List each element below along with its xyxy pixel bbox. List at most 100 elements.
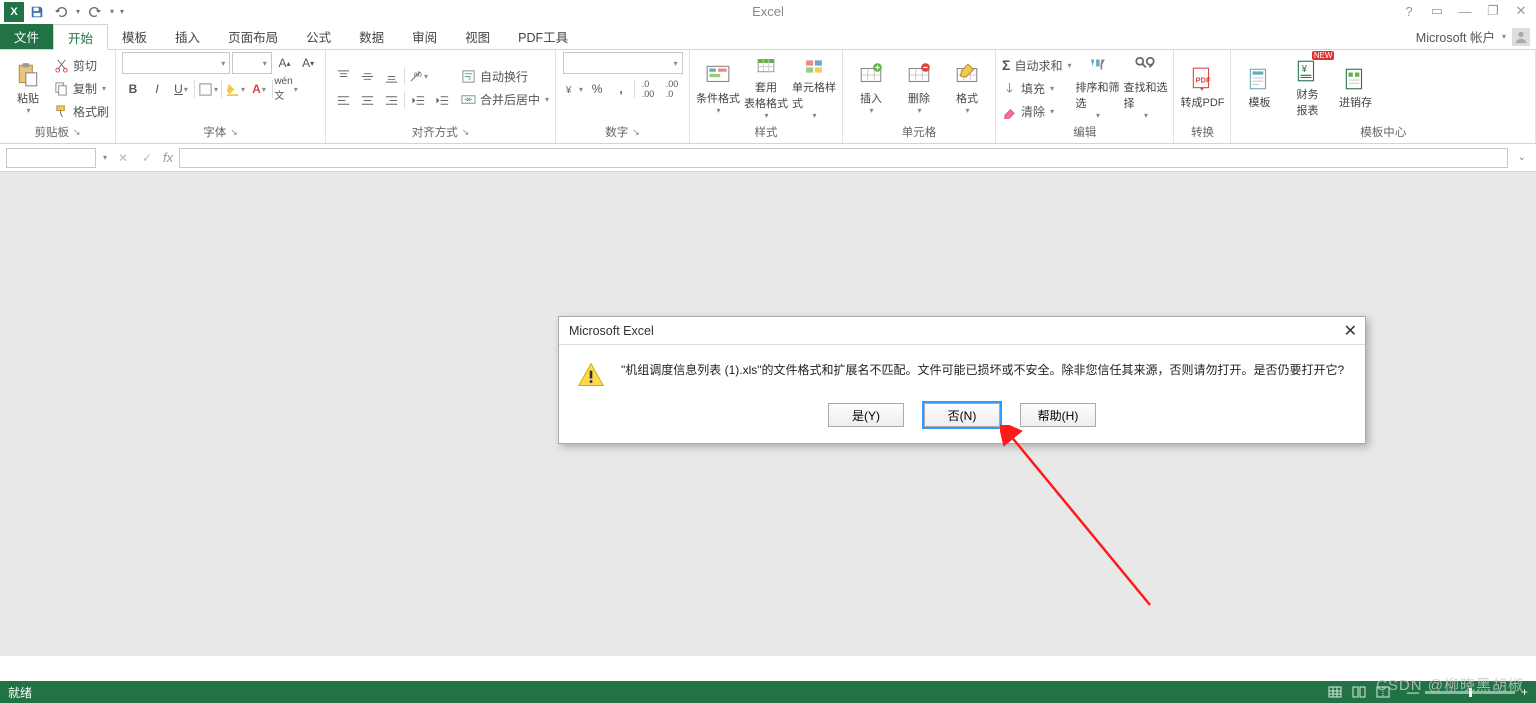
font-size-combo[interactable]: ▾	[232, 52, 271, 74]
page-break-view-icon[interactable]	[1373, 684, 1393, 700]
tab-template[interactable]: 模板	[108, 24, 161, 49]
tab-view[interactable]: 视图	[451, 24, 504, 49]
close-icon[interactable]: ✕	[1510, 2, 1532, 20]
align-center-icon[interactable]	[356, 89, 378, 111]
clipboard-launcher-icon[interactable]: ↘	[73, 127, 81, 138]
font-name-combo[interactable]: ▾	[122, 52, 230, 74]
increase-indent-icon[interactable]	[431, 89, 453, 111]
dialog-close-icon[interactable]: ✕	[1344, 321, 1357, 341]
help-icon[interactable]: ?	[1398, 2, 1420, 20]
sort-filter-button[interactable]: 排序和筛选▾	[1075, 56, 1119, 120]
template-button[interactable]: 模板	[1237, 56, 1281, 120]
font-color-icon[interactable]: A▾	[248, 78, 270, 100]
enter-formula-icon[interactable]: ✓	[137, 151, 157, 165]
name-box-dropdown-icon[interactable]: ▾	[103, 153, 107, 162]
orientation-icon[interactable]: ab▾	[407, 65, 429, 87]
avatar[interactable]	[1512, 28, 1530, 46]
tab-insert[interactable]: 插入	[161, 24, 214, 49]
delete-cell-button[interactable]: 删除▾	[897, 56, 941, 120]
find-select-button[interactable]: 查找和选择▾	[1123, 56, 1167, 120]
decrease-decimal-icon[interactable]: .00.0	[661, 78, 683, 100]
excel-app-icon[interactable]: X	[4, 2, 24, 22]
zoom-out-icon[interactable]: —	[1407, 685, 1419, 699]
zoom-in-icon[interactable]: +	[1521, 685, 1528, 699]
tab-data[interactable]: 数据	[345, 24, 398, 49]
window-title: Excel	[0, 4, 1536, 19]
no-button[interactable]: 否(N)	[924, 403, 1000, 427]
copy-button[interactable]: 复制▾	[54, 78, 109, 99]
redo-icon[interactable]	[84, 1, 106, 23]
redo-dropdown-icon[interactable]: ▾	[108, 1, 116, 23]
tab-home[interactable]: 开始	[53, 24, 108, 50]
fill-button[interactable]: 填充▾	[1002, 78, 1071, 99]
delete-label: 删除	[908, 90, 930, 106]
number-launcher-icon[interactable]: ↘	[632, 127, 640, 138]
tab-review[interactable]: 审阅	[398, 24, 451, 49]
restore-icon[interactable]: ❐	[1482, 2, 1504, 20]
clear-button[interactable]: 清除▾	[1002, 101, 1071, 122]
name-box[interactable]	[6, 148, 96, 168]
phonetic-icon[interactable]: wén文▾	[275, 78, 297, 100]
fill-color-icon[interactable]: ▾	[224, 78, 246, 100]
zoom-slider[interactable]	[1425, 691, 1515, 694]
decrease-indent-icon[interactable]	[407, 89, 429, 111]
title-bar: X ▾ ▾ ▾ Excel ? ▭ — ❐ ✕	[0, 0, 1536, 24]
window-controls: ? ▭ — ❐ ✕	[1398, 2, 1532, 20]
stock-button[interactable]: 进销存	[1333, 56, 1377, 120]
align-top-icon[interactable]	[332, 65, 354, 87]
format-cell-button[interactable]: 格式▾	[945, 56, 989, 120]
account-area[interactable]: Microsoft 帐户 ▾	[1416, 24, 1536, 49]
align-left-icon[interactable]	[332, 89, 354, 111]
number-format-combo[interactable]: ▾	[563, 52, 683, 74]
increase-decimal-icon[interactable]: .0.00	[637, 78, 659, 100]
bold-icon[interactable]: B	[122, 78, 144, 100]
clear-label: 清除	[1021, 103, 1045, 120]
percent-icon[interactable]: %	[586, 78, 608, 100]
insert-cell-button[interactable]: 插入▾	[849, 56, 893, 120]
finance-report-button[interactable]: NEW ¥ 财务 报表	[1285, 56, 1329, 120]
expand-formula-bar-icon[interactable]: ⌄	[1514, 152, 1530, 163]
merge-center-button[interactable]: 合并后居中▾	[461, 89, 549, 110]
accounting-format-icon[interactable]: ¥▾	[562, 78, 584, 100]
insert-label: 插入	[860, 90, 882, 106]
underline-icon[interactable]: U▾	[170, 78, 192, 100]
cancel-formula-icon[interactable]: ✕	[113, 151, 133, 165]
undo-icon[interactable]	[50, 1, 72, 23]
conditional-format-button[interactable]: 条件格式▾	[696, 56, 740, 120]
align-bottom-icon[interactable]	[380, 65, 402, 87]
yes-button[interactable]: 是(Y)	[828, 403, 904, 427]
cell-styles-button[interactable]: 单元格样式▾	[792, 56, 836, 120]
wrap-text-button[interactable]: 自动换行	[461, 66, 549, 87]
paste-button[interactable]: 粘贴 ▾	[6, 56, 50, 120]
tab-pdf-tools[interactable]: PDF工具	[504, 24, 582, 49]
undo-dropdown-icon[interactable]: ▾	[74, 1, 82, 23]
decrease-font-icon[interactable]: A▾	[297, 52, 319, 74]
save-icon[interactable]	[26, 1, 48, 23]
to-pdf-button[interactable]: PDF转成PDF	[1180, 56, 1224, 120]
font-launcher-icon[interactable]: ↘	[230, 127, 238, 138]
formula-input[interactable]	[179, 148, 1507, 168]
ribbon-display-icon[interactable]: ▭	[1426, 2, 1448, 20]
normal-view-icon[interactable]	[1325, 684, 1345, 700]
alignment-launcher-icon[interactable]: ↘	[462, 127, 470, 138]
cut-button[interactable]: 剪切	[54, 55, 109, 76]
border-icon[interactable]: ▾	[197, 78, 219, 100]
format-painter-button[interactable]: 格式刷	[54, 101, 109, 122]
fx-icon[interactable]: fx	[163, 150, 173, 165]
dialog-titlebar[interactable]: Microsoft Excel ✕	[559, 317, 1365, 345]
help-button[interactable]: 帮助(H)	[1020, 403, 1096, 427]
group-cells: 插入▾ 删除▾ 格式▾ 单元格	[843, 50, 996, 143]
tab-formulas[interactable]: 公式	[292, 24, 345, 49]
qat-customize-icon[interactable]: ▾	[118, 1, 126, 23]
page-layout-view-icon[interactable]	[1349, 684, 1369, 700]
minimize-icon[interactable]: —	[1454, 2, 1476, 20]
increase-font-icon[interactable]: A▴	[274, 52, 296, 74]
align-middle-icon[interactable]	[356, 65, 378, 87]
autosum-button[interactable]: Σ自动求和▾	[1002, 55, 1071, 76]
format-as-table-button[interactable]: 套用 表格格式▾	[744, 56, 788, 120]
italic-icon[interactable]: I	[146, 78, 168, 100]
tab-file[interactable]: 文件	[0, 24, 53, 49]
tab-page-layout[interactable]: 页面布局	[214, 24, 292, 49]
align-right-icon[interactable]	[380, 89, 402, 111]
comma-icon[interactable]: ,	[610, 78, 632, 100]
